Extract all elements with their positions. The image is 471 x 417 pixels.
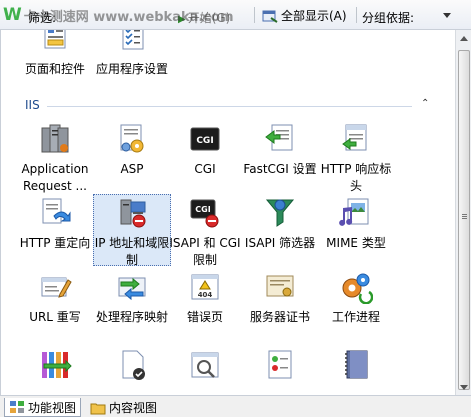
- feature-item[interactable]: URL 重写: [16, 270, 94, 326]
- ip-restrictions-icon: [120, 199, 146, 228]
- feature-item[interactable]: ISAPI 筛选器: [241, 196, 319, 252]
- http-redirect-icon: [42, 198, 71, 224]
- cgi-icon: CGI: [190, 127, 220, 151]
- scroll-down-arrow-icon[interactable]: [456, 379, 471, 395]
- asp-icon: [120, 124, 144, 153]
- feature-label: 页面和控件: [24, 62, 85, 76]
- feature-item[interactable]: MIME 类型: [317, 196, 395, 252]
- isapi-filters-icon: [265, 199, 295, 227]
- page-controls-icon: [44, 30, 66, 49]
- feature-item[interactable]: HTTP 响应标头: [317, 122, 395, 195]
- feature-label: HTTP 重定向: [19, 236, 91, 250]
- worker-processes-icon: [342, 273, 373, 304]
- section-title: IIS: [25, 98, 40, 112]
- feature-label: 处理程序映射: [95, 310, 168, 324]
- feature-item[interactable]: 服务器证书: [241, 270, 319, 326]
- feature-label: 错误页: [186, 310, 223, 324]
- feature-label: 应用程序设置: [95, 62, 168, 76]
- section-divider: [47, 106, 412, 107]
- app-settings-icon: [122, 30, 144, 50]
- feature-item[interactable]: 404 错误页: [166, 270, 244, 326]
- toolbar-separator: [254, 7, 255, 23]
- feature-item[interactable]: [93, 348, 171, 387]
- feature-item[interactable]: [317, 348, 395, 387]
- show-all-label: 全部显示(A): [281, 9, 347, 23]
- svg-text:CGI: CGI: [195, 205, 210, 214]
- handler-mappings-icon: [118, 277, 146, 301]
- scroll-up-arrow-icon[interactable]: [456, 30, 471, 46]
- feature-label: Application Request ...: [21, 162, 89, 193]
- feature-item[interactable]: 应用程序设置: [93, 30, 171, 78]
- feature-item[interactable]: HTTP 重定向: [16, 196, 94, 252]
- group-by-dropdown-icon[interactable]: [443, 13, 451, 18]
- tab-features-view[interactable]: 功能视图: [4, 398, 82, 417]
- url-rewrite-icon: [41, 277, 72, 298]
- feature-label: ASP: [120, 162, 144, 176]
- feature-label: CGI: [194, 162, 216, 176]
- feature-label: HTTP 响应标头: [320, 162, 392, 193]
- svg-text:CGI: CGI: [196, 136, 213, 146]
- content-view-icon: [90, 403, 106, 414]
- http-headers-icon: [342, 124, 367, 151]
- server-farm-icon: [41, 124, 69, 153]
- logging-icon: [345, 350, 368, 379]
- feature-item[interactable]: ASP: [93, 122, 171, 178]
- feature-item-selected[interactable]: IP 地址和域限制: [93, 194, 171, 267]
- view-tabs-bar: 功能视图 内容视图: [0, 395, 471, 417]
- go-arrow-icon: ▶: [178, 14, 186, 25]
- vertical-scrollbar[interactable]: [455, 30, 471, 395]
- scroll-grip-icon: [462, 214, 467, 215]
- svg-text:404: 404: [198, 291, 213, 299]
- feature-item[interactable]: 页面和控件: [16, 30, 94, 78]
- feature-item[interactable]: CGI ISAPI 和 CGI 限制: [166, 196, 244, 269]
- feature-label: URL 重写: [29, 310, 81, 324]
- feature-label: MIME 类型: [326, 236, 386, 250]
- features-view-icon: [10, 401, 24, 413]
- go-label: 开始(G): [187, 11, 231, 25]
- fastcgi-icon: [265, 124, 293, 151]
- feature-item[interactable]: [166, 348, 244, 387]
- feature-label: FastCGI 设置: [243, 162, 317, 176]
- feature-item[interactable]: 工作进程: [317, 270, 395, 326]
- go-button[interactable]: ▶ 开始(G): [178, 9, 230, 26]
- collapse-chevron-icon[interactable]: ⌃: [421, 98, 429, 109]
- feature-item[interactable]: [241, 348, 319, 387]
- tab-label: 功能视图: [28, 400, 77, 415]
- features-panel: 页面和控件 应用程序设置 IIS ⌃ Application Request .…: [0, 30, 455, 395]
- feature-label: ISAPI 和 CGI 限制: [169, 236, 241, 267]
- group-by-label: 分组依据:: [362, 11, 415, 25]
- section-header-iis[interactable]: IIS ⌃: [25, 98, 435, 114]
- feature-label: ISAPI 筛选器: [244, 236, 316, 250]
- feature-label: IP 地址和域限制: [94, 236, 170, 267]
- feature-item[interactable]: CGI CGI: [166, 122, 244, 178]
- tab-content-view[interactable]: 内容视图: [86, 398, 161, 417]
- scroll-thumb[interactable]: [458, 50, 470, 390]
- mime-types-icon: [339, 198, 369, 226]
- isapi-cgi-icon: CGI: [190, 199, 219, 228]
- server-certificates-icon: [266, 275, 294, 297]
- error-pages-icon: 404: [191, 274, 219, 300]
- filter-toolbar: 筛选: ▶ 开始(G) 全部显示(A) 分组依据:: [0, 0, 471, 30]
- feature-item[interactable]: FastCGI 设置: [241, 122, 319, 178]
- modules-icon: [42, 352, 72, 378]
- tab-label: 内容视图: [109, 401, 158, 415]
- filter-label: 筛选:: [28, 11, 57, 25]
- show-all-button[interactable]: 全部显示(A): [262, 7, 347, 24]
- default-document-icon: [122, 350, 145, 380]
- request-filtering-icon: [268, 350, 292, 379]
- show-all-icon: [262, 10, 278, 23]
- directory-browsing-icon: [191, 352, 219, 378]
- feature-item[interactable]: 处理程序映射: [93, 270, 171, 326]
- toolbar-separator: [356, 7, 357, 23]
- feature-label: 服务器证书: [249, 310, 310, 324]
- feature-item[interactable]: Application Request ...: [16, 122, 94, 195]
- feature-label: 工作进程: [331, 310, 380, 324]
- feature-item[interactable]: [16, 348, 94, 387]
